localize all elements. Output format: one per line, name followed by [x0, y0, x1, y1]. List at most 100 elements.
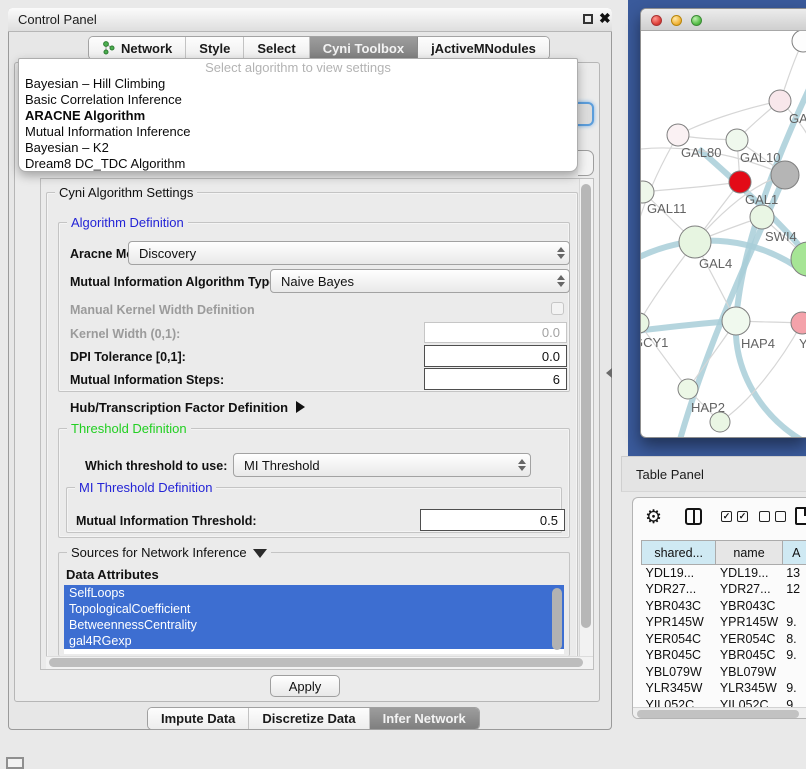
- hub-definition-toggle[interactable]: Hub/Transcription Factor Definition: [70, 400, 305, 415]
- network-window-titlebar[interactable]: [641, 9, 806, 31]
- table-row[interactable]: YER054CYER054C8.: [642, 631, 806, 648]
- mi-threshold-field[interactable]: 0.5: [420, 509, 565, 531]
- columns-icon[interactable]: [685, 508, 702, 525]
- manual-kernel-width-label: Manual Kernel Width Definition: [70, 303, 255, 317]
- column-header-shared-name[interactable]: shared...: [642, 541, 716, 565]
- attribute-list-item[interactable]: BetweennessCentrality: [64, 617, 564, 633]
- column-header-third[interactable]: A: [782, 541, 806, 565]
- data-attributes-list[interactable]: SelfLoopsTopologicalCoefficientBetweenne…: [64, 585, 564, 654]
- manual-kernel-width-checkbox[interactable]: [551, 302, 564, 315]
- network-node-gal11[interactable]: [641, 181, 654, 203]
- network-node[interactable]: [791, 242, 806, 276]
- network-node-label: GAL10: [740, 150, 780, 165]
- network-node-label: Y: [799, 336, 806, 351]
- network-node-label: GAL4: [699, 256, 732, 271]
- table-hscrollbar-track[interactable]: [633, 707, 806, 719]
- gear-icon[interactable]: ⚙: [645, 506, 662, 529]
- unchecked-checkbox-icon[interactable]: [759, 511, 770, 522]
- table-row[interactable]: YDL19...YDL19...13: [642, 565, 806, 582]
- algorithm-option[interactable]: Bayesian – K2: [19, 140, 577, 156]
- mi-algorithm-type-combo[interactable]: Naive Bayes: [270, 269, 570, 293]
- table-row[interactable]: YBL079WYBL079W: [642, 664, 806, 681]
- table-row[interactable]: YPR145WYPR145W9.: [642, 614, 806, 631]
- bottom-tab-bar: Impute Data Discretize Data Infer Networ…: [147, 707, 480, 730]
- collapsed-panel-icon[interactable]: [6, 757, 24, 769]
- cyni-algorithm-settings-title: Cyni Algorithm Settings: [55, 185, 197, 200]
- tab-infer-network[interactable]: Infer Network: [370, 708, 479, 729]
- minimize-traffic-icon[interactable]: [671, 15, 682, 26]
- mi-threshold-label: Mutual Information Threshold:: [76, 514, 257, 528]
- tab-jactivemnodules[interactable]: jActiveMNodules: [418, 37, 549, 59]
- tab-network[interactable]: Network: [89, 37, 186, 59]
- close-icon[interactable]: ✖: [599, 12, 611, 25]
- network-node[interactable]: [771, 161, 799, 189]
- network-edge[interactable]: [678, 101, 780, 135]
- zoom-traffic-icon[interactable]: [691, 15, 702, 26]
- network-node-y[interactable]: [791, 312, 806, 334]
- network-node-gal[interactable]: [769, 90, 791, 112]
- chevron-down-icon: [253, 549, 267, 558]
- float-window-icon[interactable]: [583, 14, 593, 24]
- mi-steps-field[interactable]: 6: [424, 368, 567, 390]
- kernel-width-field[interactable]: 0.0: [424, 322, 567, 343]
- network-node[interactable]: [710, 412, 730, 432]
- table-hscrollbar-thumb[interactable]: [637, 710, 799, 718]
- network-node[interactable]: [792, 31, 806, 52]
- attribute-list-item[interactable]: TopologicalCoefficient: [64, 601, 564, 617]
- aracne-mode-combo[interactable]: Discovery: [128, 241, 570, 265]
- split-divider-arrow-icon[interactable]: [606, 368, 612, 378]
- table-function-icon[interactable]: [795, 507, 806, 525]
- tab-select[interactable]: Select: [244, 37, 309, 59]
- attributes-list-scrollbar[interactable]: [552, 588, 562, 650]
- which-threshold-combo[interactable]: MI Threshold: [233, 453, 531, 477]
- network-node-gal80[interactable]: [667, 124, 689, 146]
- hidden-algorithm-combo-fragment: [576, 102, 594, 126]
- checked-checkbox-icon[interactable]: ✓: [721, 511, 732, 522]
- unchecked-checkbox-icon[interactable]: [775, 511, 786, 522]
- tab-style[interactable]: Style: [186, 37, 244, 59]
- control-panel-title: Control Panel: [18, 12, 97, 27]
- combo-arrows-icon: [557, 247, 565, 259]
- close-traffic-icon[interactable]: [651, 15, 662, 26]
- algorithm-option[interactable]: Mutual Information Inference: [19, 124, 577, 140]
- algorithm-dropdown-list: Select algorithm to view settings Bayesi…: [18, 58, 578, 172]
- network-node-gal4[interactable]: [679, 226, 711, 258]
- network-node-swi4[interactable]: [750, 205, 774, 229]
- network-edge[interactable]: [641, 323, 688, 389]
- network-node-hap4[interactable]: [722, 307, 750, 335]
- node-table: shared... name A YDL19...YDL19...13YDR27…: [641, 540, 806, 713]
- algorithm-option[interactable]: Bayesian – Hill Climbing: [19, 76, 577, 92]
- table-row[interactable]: YLR345WYLR345W9.: [642, 680, 806, 697]
- tab-cyni-toolbox[interactable]: Cyni Toolbox: [310, 37, 418, 59]
- table-row[interactable]: YBR045CYBR045C9.: [642, 647, 806, 664]
- algorithm-option[interactable]: Basic Correlation Inference: [19, 92, 577, 108]
- network-node-gal10[interactable]: [726, 129, 748, 151]
- network-edge[interactable]: [643, 182, 740, 192]
- checked-checkbox-icon[interactable]: ✓: [737, 511, 748, 522]
- network-canvas[interactable]: GALGAL80GAL10GAL1GAL11SWI4GAL4GCY1HAP4YH…: [641, 31, 806, 438]
- network-node-gal1[interactable]: [729, 171, 751, 193]
- which-threshold-label: Which threshold to use:: [85, 459, 227, 473]
- hidden-table-combo-fragment: [578, 150, 594, 176]
- table-row[interactable]: YDR27...YDR27...12: [642, 581, 806, 598]
- table-toolbar: ⚙ ✓ ✓: [633, 498, 806, 538]
- sources-toggle[interactable]: Sources for Network Inference: [67, 545, 271, 560]
- algorithm-option[interactable]: Dream8 DC_TDC Algorithm: [19, 156, 577, 172]
- mi-threshold-definition-title: MI Threshold Definition: [75, 480, 216, 495]
- tab-impute-data[interactable]: Impute Data: [148, 708, 249, 729]
- settings-vscrollbar-thumb[interactable]: [581, 184, 591, 628]
- algorithm-option[interactable]: ARACNE Algorithm: [19, 108, 577, 124]
- attribute-list-item[interactable]: SelfLoops: [64, 585, 564, 601]
- dpi-tolerance-field[interactable]: 0.0: [424, 345, 567, 367]
- attribute-list-item[interactable]: gal4RGexp: [64, 633, 564, 649]
- apply-button[interactable]: Apply: [270, 675, 340, 697]
- network-icon: [102, 41, 116, 55]
- column-header-name[interactable]: name: [716, 541, 782, 565]
- network-node-hap2[interactable]: [678, 379, 698, 399]
- node-table-container: ⚙ ✓ ✓ shared... name A YDL19...YDL19...1…: [632, 497, 806, 719]
- dpi-tolerance-label: DPI Tolerance [0,1]:: [70, 350, 186, 364]
- settings-hscrollbar-thumb[interactable]: [49, 658, 583, 667]
- algorithm-dropdown-prompt: Select algorithm to view settings: [19, 59, 577, 76]
- tab-discretize-data[interactable]: Discretize Data: [249, 708, 369, 729]
- table-row[interactable]: YBR043CYBR043C: [642, 598, 806, 615]
